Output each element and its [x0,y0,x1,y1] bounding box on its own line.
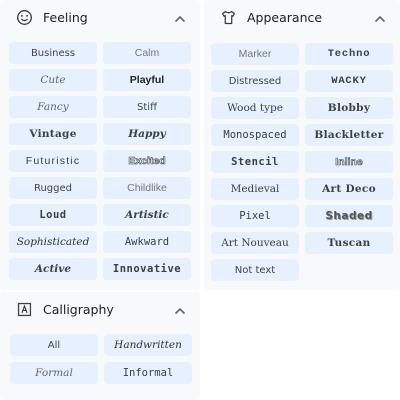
feeling-option-stiff[interactable]: Stiff [103,96,191,118]
feeling-option-excited[interactable]: Excited [103,150,191,172]
chevron-up-icon[interactable] [174,303,186,315]
feeling-option-happy[interactable]: Happy [103,123,191,145]
appearance-header[interactable]: Appearance [204,0,400,34]
calligraphy-header[interactable]: Calligraphy [0,292,200,326]
feeling-option-playful[interactable]: Playful [103,69,191,91]
calligraphy-panel: Calligraphy All Handwritten Formal Informal [0,292,200,400]
appearance-option-techno[interactable]: Techno [305,43,393,65]
appearance-option-not-text[interactable]: Not text [211,259,299,281]
appearance-title: Appearance [247,9,323,25]
calligraphy-title: Calligraphy [43,301,114,317]
feeling-option-business[interactable]: Business [9,42,97,64]
appearance-option-shaded[interactable]: Shaded [305,205,393,227]
calligraphy-icon [15,300,33,318]
calligraphy-option-informal[interactable]: Informal [104,362,192,384]
appearance-option-pixel[interactable]: Pixel [211,205,299,227]
appearance-options: Marker Techno Distressed WACKY Wood type Blob… [211,43,393,281]
feeling-option-cute[interactable]: Cute [9,69,97,91]
appearance-option-tuscan[interactable]: Tuscan [305,232,393,254]
feeling-option-loud[interactable]: Loud [9,204,97,226]
appearance-option-monospaced[interactable]: Monospaced [211,124,299,146]
appearance-option-art-deco[interactable]: Art Deco [305,178,393,200]
calligraphy-options: All Handwritten Formal Informal [10,334,192,384]
calligraphy-option-all[interactable]: All [10,334,98,356]
appearance-option-marker[interactable]: Marker [211,43,299,65]
feeling-options: Business Calm Cute Playful Fancy Stiff Vintage… [9,42,191,280]
feeling-option-fancy[interactable]: Fancy [9,96,97,118]
feeling-option-rugged[interactable]: Rugged [9,177,97,199]
appearance-option-medieval[interactable]: Medieval [211,178,299,200]
feeling-option-active[interactable]: Active [9,258,97,280]
appearance-option-distressed[interactable]: Distressed [211,70,299,92]
feeling-option-innovative[interactable]: Innovative [103,258,191,280]
appearance-option-blackletter[interactable]: Blackletter [305,124,393,146]
feeling-option-futuristic[interactable]: Futuristic [9,150,97,172]
feeling-option-vintage[interactable]: Vintage [9,123,97,145]
appearance-panel: Appearance Marker Techno Distressed WACKY Wo… [204,0,400,290]
chevron-up-icon[interactable] [174,11,186,23]
feeling-option-artistic[interactable]: Artistic [103,204,191,226]
feeling-option-childlike[interactable]: Childlike [103,177,191,199]
shirt-icon [219,8,237,26]
chevron-up-icon[interactable] [374,11,386,23]
calligraphy-option-formal[interactable]: Formal [10,362,98,384]
appearance-option-blobby[interactable]: Blobby [305,97,393,119]
appearance-option-inline[interactable]: Inline [305,151,393,173]
appearance-option-wood-type[interactable]: Wood type [211,97,299,119]
smiley-icon [15,8,33,26]
appearance-option-wacky[interactable]: WACKY [305,70,393,92]
feeling-title: Feeling [43,9,88,25]
appearance-option-stencil[interactable]: Stencil [211,151,299,173]
feeling-option-awkward[interactable]: Awkward [103,231,191,253]
feeling-header[interactable]: Feeling [0,0,200,34]
calligraphy-option-handwritten[interactable]: Handwritten [104,334,192,356]
feeling-panel: Feeling Business Calm Cute Playful Fancy Stif… [0,0,200,290]
feeling-option-sophisticated[interactable]: Sophisticated [9,231,97,253]
feeling-option-calm[interactable]: Calm [103,42,191,64]
appearance-option-art-nouveau[interactable]: Art Nouveau [211,232,299,254]
